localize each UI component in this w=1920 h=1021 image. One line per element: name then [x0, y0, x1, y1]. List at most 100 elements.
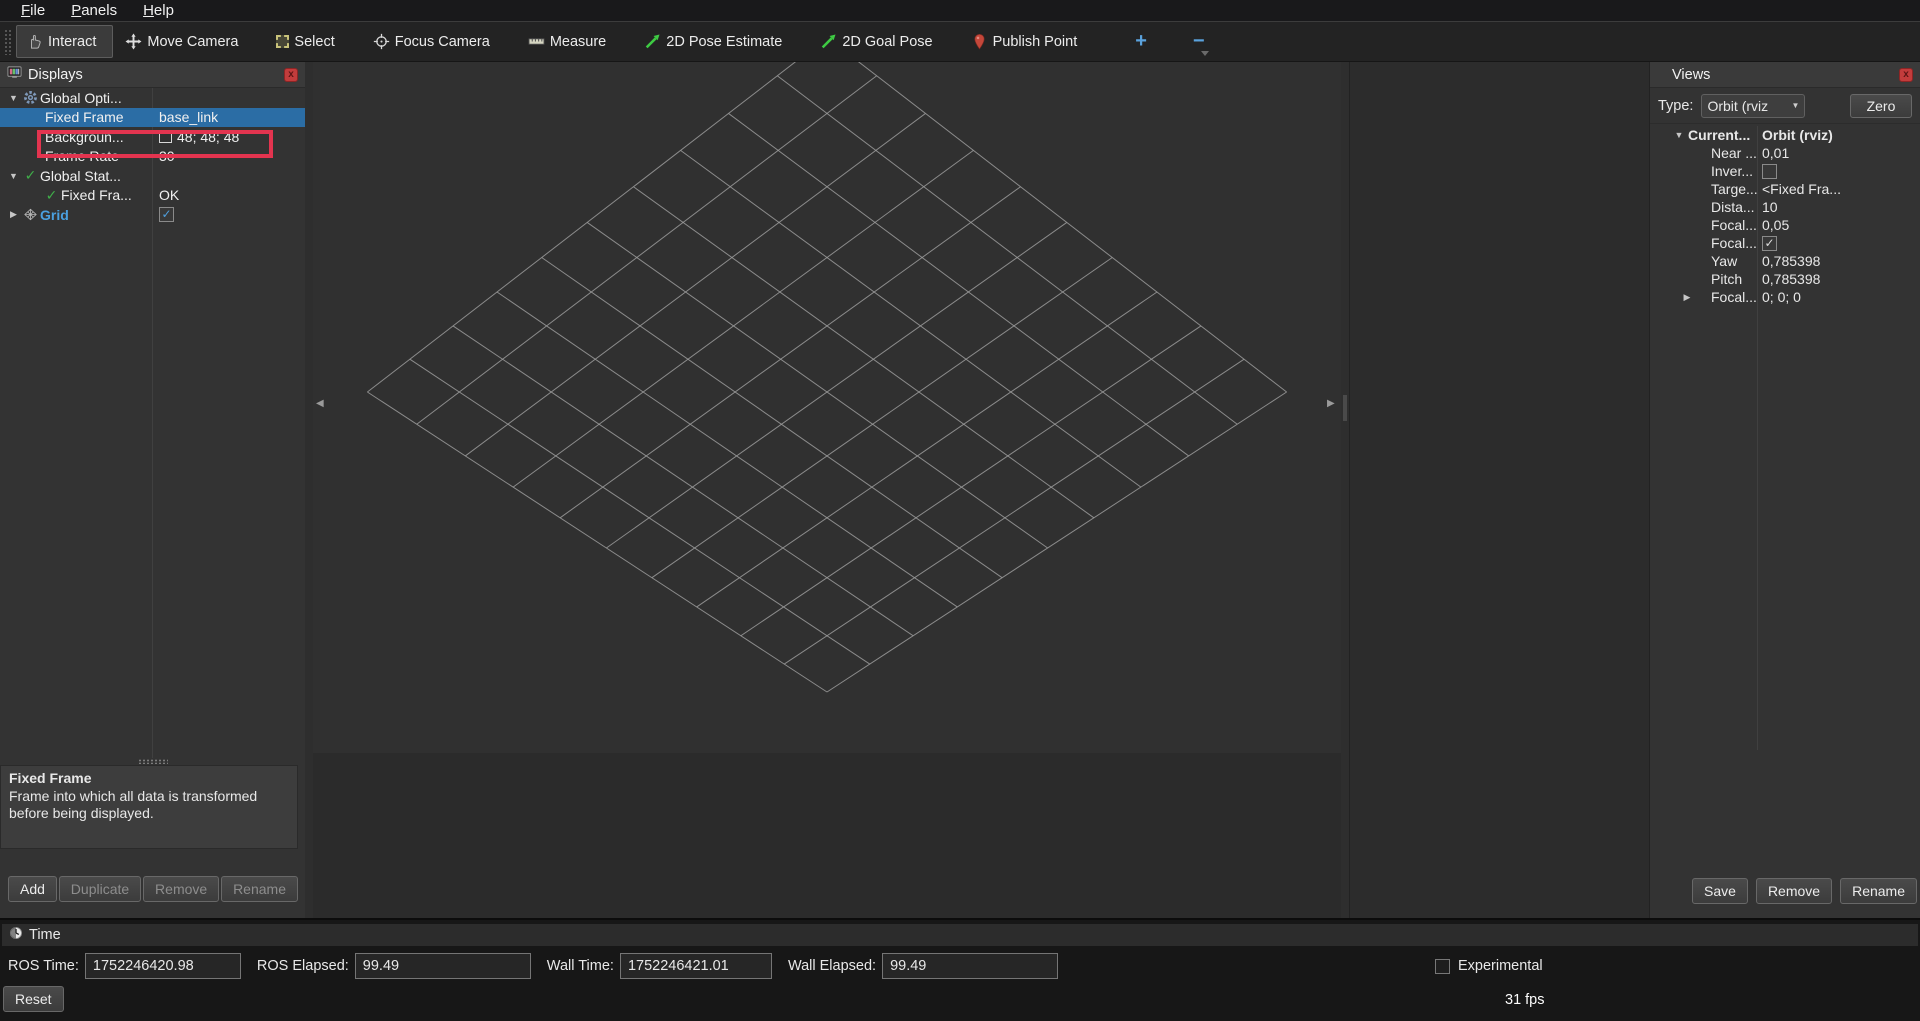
experimental-label: Experimental — [1458, 958, 1543, 974]
ground-grid — [313, 62, 1341, 753]
rename-view-button[interactable]: Rename — [1840, 878, 1917, 904]
tree-row-frame-rate[interactable]: Frame Rate 30 — [0, 147, 305, 167]
tool-2d-goal-pose[interactable]: 2D Goal Pose — [814, 28, 938, 55]
views-row-near-clip[interactable]: Near ... 0,01 — [1650, 144, 1920, 162]
views-row-focal-shape-fixed[interactable]: Focal... — [1650, 234, 1920, 252]
add-button[interactable]: Add — [8, 876, 57, 902]
tree-row-background-color[interactable]: Backgroun... 48; 48; 48 — [0, 127, 305, 147]
remove-tool-button[interactable]: − — [1183, 30, 1215, 53]
tool-focus-camera[interactable]: Focus Camera — [367, 28, 496, 55]
wall-time-label: Wall Time: — [547, 958, 614, 974]
tool-move-camera[interactable]: Move Camera — [119, 28, 244, 55]
menu-file[interactable]: File — [10, 2, 56, 19]
close-icon[interactable]: x — [1899, 68, 1913, 82]
toolbar-drag-handle[interactable] — [4, 29, 12, 55]
background-color-value[interactable]: 48; 48; 48 — [159, 129, 239, 145]
zero-button[interactable]: Zero — [1850, 94, 1912, 118]
tree-row-global-options[interactable]: Global Opti... — [0, 88, 305, 108]
views-row-focal-point[interactable]: Focal... 0; 0; 0 — [1650, 288, 1920, 306]
frame-rate-value[interactable]: 30 — [159, 148, 175, 164]
tool-2d-pose-estimate[interactable]: 2D Pose Estimate — [638, 28, 788, 55]
row-value[interactable]: 0,785398 — [1762, 271, 1820, 287]
views-row-target-frame[interactable]: Targe... <Fixed Fra... — [1650, 180, 1920, 198]
tool-select[interactable]: Select — [270, 29, 340, 55]
green-arrow-icon — [820, 33, 837, 50]
check-icon: ✓ — [21, 167, 40, 184]
chevron-right-icon[interactable] — [1680, 292, 1694, 303]
views-row-focal-shape-size[interactable]: Focal... 0,05 — [1650, 216, 1920, 234]
tree-row-fixed-frame[interactable]: Fixed Frame base_link — [0, 108, 305, 128]
views-panel-title: Views — [1672, 67, 1710, 83]
displays-panel: Displays x Global Opti... Fixed Frame ba… — [0, 62, 305, 918]
focal-shape-checkbox[interactable] — [1762, 236, 1777, 251]
tree-row-fixed-frame-status[interactable]: ✓ Fixed Fra... OK — [0, 186, 305, 206]
close-icon[interactable]: x — [284, 68, 298, 82]
tool-interact[interactable]: Interact — [16, 25, 113, 58]
splitter-grip[interactable] — [1343, 395, 1347, 421]
time-panel-titlebar[interactable]: Time — [2, 924, 1918, 946]
row-label: Grid — [40, 207, 69, 223]
row-label: Yaw — [1711, 253, 1737, 269]
menu-help[interactable]: Help — [132, 2, 185, 19]
chevron-down-icon[interactable] — [1201, 51, 1209, 56]
duplicate-button[interactable]: Duplicate — [59, 876, 141, 902]
render-viewport[interactable] — [313, 62, 1341, 753]
views-panel-titlebar[interactable]: Views x — [1650, 62, 1920, 88]
splitter-grip[interactable] — [138, 759, 168, 764]
grid-enabled-checkbox[interactable] — [159, 207, 174, 222]
wall-elapsed-field[interactable]: 99.49 — [882, 953, 1058, 979]
row-value[interactable]: 0,785398 — [1762, 253, 1820, 269]
chevron-down-icon[interactable] — [1672, 130, 1686, 140]
menu-panels[interactable]: Panels — [60, 2, 128, 19]
tree-row-grid[interactable]: Grid — [0, 205, 305, 225]
chevron-down-icon[interactable] — [6, 93, 21, 103]
tool-publish-point[interactable]: Publish Point — [965, 28, 1084, 55]
chevron-down-icon: ▼ — [1792, 101, 1800, 110]
row-value[interactable]: 0,01 — [1762, 145, 1789, 161]
remove-button[interactable]: Remove — [143, 876, 219, 902]
row-value[interactable]: <Fixed Fra... — [1762, 181, 1841, 197]
tool-label: 2D Goal Pose — [842, 34, 932, 50]
ruler-icon — [528, 33, 545, 50]
views-row-distance[interactable]: Dista... 10 — [1650, 198, 1920, 216]
tree-row-global-status[interactable]: ✓ Global Stat... — [0, 166, 305, 186]
views-row-pitch[interactable]: Pitch 0,785398 — [1650, 270, 1920, 288]
collapse-right-icon[interactable]: ▶ — [1327, 398, 1335, 409]
minus-icon: − — [1193, 30, 1205, 53]
right-splitter[interactable] — [1341, 62, 1349, 918]
toolbar: Interact Move Camera Select Focus Camera… — [0, 22, 1920, 62]
views-row-current-view[interactable]: Current... Orbit (rviz) — [1650, 126, 1920, 144]
reset-button[interactable]: Reset — [3, 986, 64, 1012]
ros-time-field[interactable]: 1752246420.98 — [85, 953, 241, 979]
color-swatch[interactable] — [159, 130, 172, 143]
experimental-checkbox[interactable] — [1435, 959, 1450, 974]
tool-measure[interactable]: Measure — [522, 28, 612, 55]
invert-z-checkbox[interactable] — [1762, 164, 1777, 179]
collapse-left-icon[interactable]: ◀ — [316, 398, 324, 409]
add-tool-button[interactable]: + — [1125, 30, 1157, 53]
left-splitter[interactable] — [305, 62, 313, 918]
fixed-frame-value[interactable]: base_link — [159, 109, 218, 125]
remove-view-button[interactable]: Remove — [1756, 878, 1832, 904]
chevron-right-icon[interactable] — [6, 209, 21, 220]
ros-elapsed-label: ROS Elapsed: — [257, 958, 349, 974]
empty-dock-area — [1349, 62, 1650, 918]
row-label: Dista... — [1711, 199, 1755, 215]
chevron-down-icon[interactable] — [6, 171, 21, 181]
rename-button[interactable]: Rename — [221, 876, 298, 902]
row-value[interactable]: 0,05 — [1762, 217, 1789, 233]
row-value[interactable]: 0; 0; 0 — [1762, 289, 1801, 305]
displays-panel-titlebar[interactable]: Displays x — [0, 62, 305, 88]
wall-elapsed-label: Wall Elapsed: — [788, 958, 876, 974]
save-button[interactable]: Save — [1692, 878, 1748, 904]
row-label: Current... — [1688, 127, 1750, 143]
row-value[interactable]: 10 — [1762, 199, 1778, 215]
views-row-invert-z[interactable]: Inver... — [1650, 162, 1920, 180]
views-row-yaw[interactable]: Yaw 0,785398 — [1650, 252, 1920, 270]
row-label: Fixed Frame — [45, 109, 124, 125]
ros-elapsed-field[interactable]: 99.49 — [355, 953, 531, 979]
wall-time-field[interactable]: 1752246421.01 — [620, 953, 772, 979]
tool-label: Publish Point — [993, 34, 1078, 50]
view-type-dropdown[interactable]: Orbit (rviz ▼ — [1701, 94, 1805, 118]
plus-icon: + — [1135, 30, 1147, 53]
